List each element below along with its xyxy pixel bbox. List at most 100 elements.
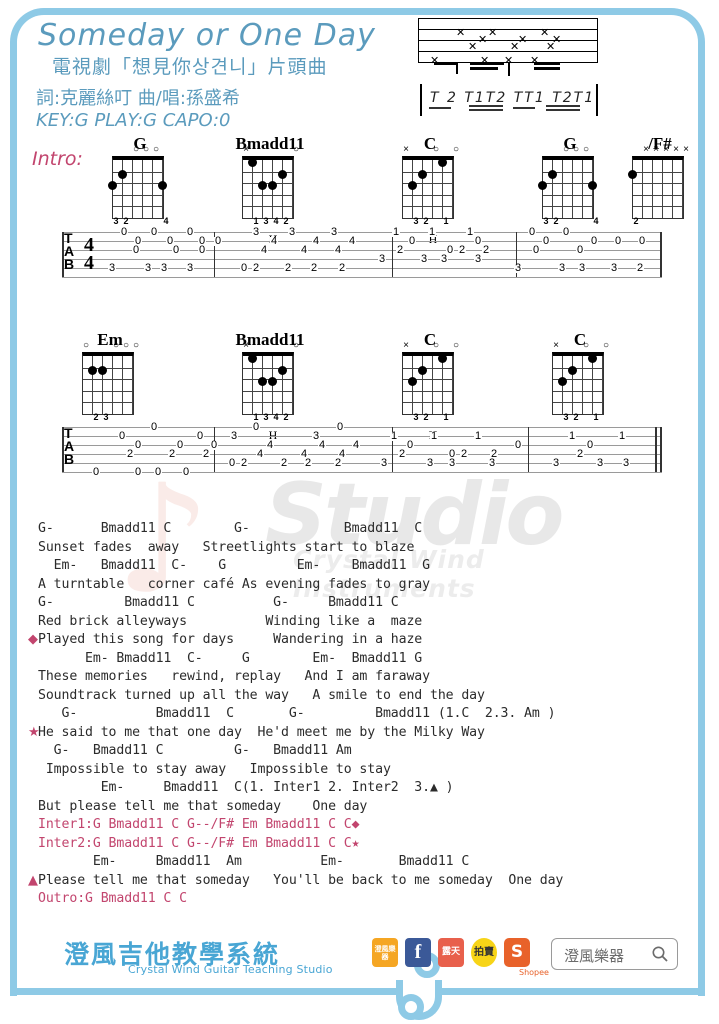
rhythm-stem — [62, 981, 662, 994]
tab-note: 3 — [474, 253, 483, 265]
tab-note: 3 — [144, 262, 153, 274]
rhythm-stem — [62, 354, 662, 369]
drama-subtitle: 電視劇「想見你상견니」片頭曲 — [52, 56, 328, 78]
tab-note: 0 — [446, 244, 455, 256]
strum-barline-right — [596, 84, 598, 116]
rhythm-stem — [62, 994, 662, 1007]
rhythm-stem — [62, 669, 662, 682]
rhythm-stem — [62, 812, 662, 825]
tab-note: 3 — [420, 253, 429, 265]
tab-note: 4 — [260, 244, 269, 256]
tab-note: 0 — [150, 226, 159, 238]
tab-note: 4 — [270, 235, 279, 247]
rhythm-stem — [62, 526, 662, 539]
rhythm-stem — [62, 695, 662, 708]
finger-number: 1 — [253, 216, 259, 226]
strum-xnotes: ✕ ✕ ✕ ✕ ✕ ✕ ✕ ✕ ✕ ✕ ✕ ✕ ✕ — [418, 18, 598, 80]
tab-note: 3 — [252, 226, 261, 238]
tab-note: 1 — [466, 226, 475, 238]
section-marker-star: ★ — [28, 724, 40, 740]
finger-dot — [418, 169, 427, 179]
tab-clef-label: TAB — [64, 230, 75, 272]
finger-numbers: 32 4 — [542, 216, 598, 228]
rhythm-stem — [62, 968, 662, 981]
strum-underline-4b — [546, 109, 580, 111]
string-open-marker: ○ — [292, 144, 300, 155]
rhythm-stem — [62, 324, 662, 339]
rhythm-stem — [62, 890, 662, 903]
finger-number: 2 — [283, 216, 289, 226]
tab-note: 1 — [428, 226, 437, 238]
tab-note: 1 — [392, 226, 401, 238]
rhythm-stem — [62, 851, 662, 864]
string-muted-marker: × — [663, 144, 669, 155]
finger-dot — [248, 158, 257, 167]
fretboard-grid — [542, 156, 594, 219]
tab-note: 2 — [284, 262, 293, 274]
intro-label: Intro: — [32, 148, 83, 170]
rhythm-stem — [62, 539, 662, 552]
rhythm-stem — [62, 384, 662, 399]
rhythm-stem — [62, 864, 662, 877]
finger-number: 4 — [163, 216, 169, 226]
rhythm-stem — [62, 552, 662, 565]
tab-note: 0 — [528, 226, 537, 238]
rhythm-stem — [62, 294, 662, 309]
finger-number: 3 — [263, 216, 269, 226]
finger-number: 2 — [553, 216, 559, 226]
rhythm-stem — [62, 721, 662, 734]
chord-open-mute-markers: × ○ ○ — [402, 144, 460, 155]
finger-number: 4 — [593, 216, 599, 226]
rhythm-stem — [62, 773, 662, 786]
finger-number: 3 — [113, 216, 119, 226]
finger-dot — [118, 169, 127, 179]
chord-open-mute-markers: × × × × × — [632, 144, 689, 155]
strum-underline-2b — [469, 109, 503, 111]
rhythm-stem — [62, 708, 662, 721]
chord-open-mute-markers: ○ ○ ○ — [112, 144, 168, 155]
tab-note: 4 — [348, 235, 357, 247]
rhythm-stem — [62, 617, 662, 630]
time-signature: 44 — [84, 234, 94, 274]
tab-note: 3 — [186, 262, 195, 274]
tab-note: 3 — [108, 262, 117, 274]
rhythm-stem — [62, 279, 662, 294]
songwriter-credit: 詞:克麗絲叮 曲/唱:孫盛希 — [36, 88, 240, 109]
rhythm-stem — [62, 339, 662, 354]
finger-number: 3 — [413, 216, 419, 226]
finger-dot — [278, 169, 287, 179]
tab-note: 0 — [120, 226, 129, 238]
tab-note: 4 — [334, 244, 343, 256]
string-open-marker: ○ — [142, 144, 150, 155]
tab-note: 3 — [378, 253, 387, 265]
tab-note: 3 — [160, 262, 169, 274]
chord-sheet-page: ♪ Studio Crystal Wind Instruments Someda… — [0, 0, 719, 1024]
tab-note: 2 — [636, 262, 645, 274]
tab-note: 3 — [288, 226, 297, 238]
key-play-capo-line: KEY:G PLAY:G CAPO:0 — [36, 110, 231, 131]
tab-note: 0 — [198, 244, 207, 256]
tab-note: 0 — [186, 226, 195, 238]
rhythm-stem — [62, 656, 662, 669]
tab-note: 0 — [474, 235, 483, 247]
rhythm-slashes-1 — [62, 279, 662, 301]
string-open-marker: ○ — [452, 144, 460, 155]
fretboard-grid — [632, 156, 684, 219]
finger-dot — [628, 169, 637, 179]
tab-note: 3 — [578, 262, 587, 274]
rhythm-stem — [62, 903, 662, 916]
rhythm-stem — [62, 500, 662, 513]
strum-underline-4a — [546, 105, 580, 107]
chord-open-mute-markers: × ○ — [242, 144, 300, 155]
chord-open-mute-markers: ○ ○ ○ — [542, 144, 598, 155]
strum-underline-1 — [429, 107, 451, 109]
finger-number: 1 — [443, 216, 449, 226]
tab-note: 3 — [514, 262, 523, 274]
tab-note: 2 — [310, 262, 319, 274]
tab-note: 0 — [172, 244, 181, 256]
rhythm-stem — [62, 838, 662, 851]
strum-underline-3 — [513, 107, 535, 109]
rhythm-stem — [62, 630, 662, 643]
rhythm-stem — [62, 955, 662, 968]
tab-note: 0 — [638, 235, 647, 247]
